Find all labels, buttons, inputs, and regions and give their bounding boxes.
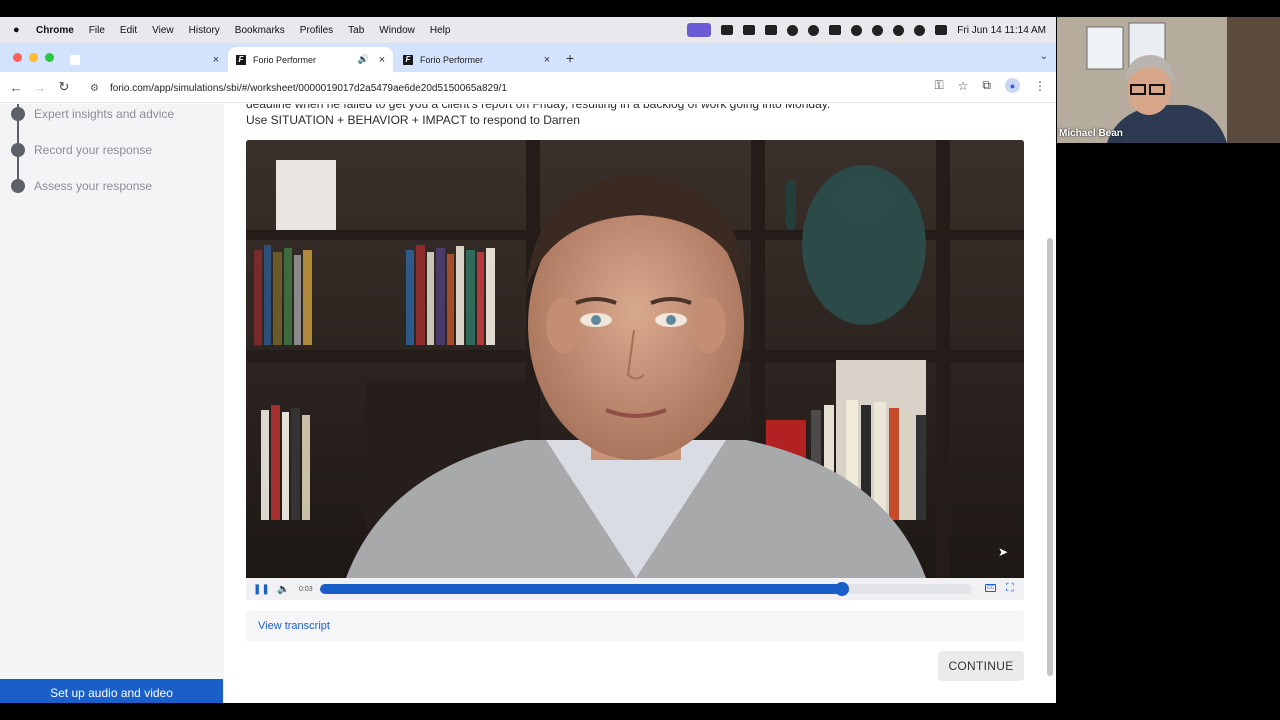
tab-blank[interactable]: ×: [62, 47, 227, 72]
step-dot-icon: [11, 107, 25, 121]
forward-arrow-icon[interactable]: →: [28, 80, 52, 95]
menu-window[interactable]: Window: [379, 25, 415, 36]
browser-toolbar: ← → ↻ ⚙ forio.com/app/simulations/sbi/#/…: [0, 72, 1056, 103]
tab-forio-performer[interactable]: F Forio Performer ×: [395, 47, 558, 72]
user-icon[interactable]: [851, 24, 863, 36]
pause-icon[interactable]: ❚❚: [253, 584, 270, 595]
captions-icon[interactable]: CC: [985, 584, 996, 592]
close-window-button[interactable]: [13, 53, 22, 62]
step-label: Assess your response: [34, 179, 153, 193]
search-icon[interactable]: [914, 24, 926, 36]
step-assess-response[interactable]: Assess your response: [11, 179, 152, 193]
screen-share-icon[interactable]: [687, 23, 712, 37]
video-time: 0:03: [299, 585, 313, 593]
journal-icon[interactable]: [743, 25, 756, 35]
apple-icon[interactable]: ●: [13, 24, 25, 36]
grammarly-icon[interactable]: [808, 24, 820, 36]
back-arrow-icon[interactable]: ←: [4, 80, 28, 95]
volume-icon[interactable]: 🔈: [277, 584, 291, 595]
mouse-cursor-icon: ➤: [998, 545, 1009, 559]
page-scrollbar[interactable]: [1047, 238, 1053, 676]
forio-favicon: F: [236, 54, 246, 65]
menu-tab[interactable]: Tab: [348, 25, 364, 36]
stack-icon[interactable]: [765, 25, 778, 35]
forio-favicon: F: [403, 54, 413, 65]
close-icon[interactable]: ×: [540, 54, 554, 66]
window-controls: [13, 53, 54, 62]
step-label: Expert insights and advice: [34, 107, 175, 121]
menu-profiles[interactable]: Profiles: [300, 25, 333, 36]
profile-avatar-icon[interactable]: ●: [1005, 78, 1020, 93]
progress-sidebar: Expert insights and advice Record your r…: [0, 104, 224, 703]
close-icon[interactable]: ×: [209, 54, 223, 66]
minimize-window-button[interactable]: [29, 53, 38, 62]
webcam-video-image: [1057, 17, 1280, 143]
step-expert-insights[interactable]: Expert insights and advice: [11, 107, 174, 121]
tab-forio-performer-active[interactable]: F Forio Performer 🔊 ×: [228, 47, 393, 72]
site-info-icon[interactable]: ⚙: [90, 83, 100, 94]
toolbar-actions: ⚿ ☆ ⧉ ● ⋮: [935, 78, 1046, 93]
video-scrubber-handle[interactable]: [834, 582, 849, 596]
web-page: Expert insights and advice Record your r…: [0, 104, 1056, 703]
menu-view[interactable]: View: [152, 25, 174, 36]
video-player[interactable]: [246, 140, 1024, 578]
reload-icon[interactable]: ↻: [52, 79, 76, 95]
transcript-panel: View transcript: [246, 611, 1024, 641]
prompt-instruction: Use SITUATION + BEHAVIOR + IMPACT to res…: [246, 113, 580, 127]
video-progress-track[interactable]: [320, 582, 972, 596]
view-transcript-link[interactable]: View transcript: [258, 620, 330, 632]
mac-menu-bar: ● Chrome File Edit View History Bookmark…: [0, 17, 1056, 43]
video-frame-image: [246, 140, 1024, 578]
prompt-line: deadline when he failed to get you a cli…: [246, 104, 831, 111]
menu-bookmarks[interactable]: Bookmarks: [235, 25, 285, 36]
password-key-icon[interactable]: ⚿: [935, 78, 944, 93]
speaker-icon[interactable]: 🔊: [358, 54, 369, 65]
clock[interactable]: Fri Jun 14 11:14 AM: [957, 25, 1046, 36]
url-text[interactable]: forio.com/app/simulations/sbi/#/workshee…: [110, 83, 507, 94]
step-dot-icon: [11, 143, 25, 157]
step-dot-icon: [11, 179, 25, 193]
scenario-prompt: deadline when he failed to get you a cli…: [246, 104, 1006, 128]
menu-edit[interactable]: Edit: [120, 25, 137, 36]
address-bar[interactable]: ⚙ forio.com/app/simulations/sbi/#/worksh…: [82, 77, 904, 99]
tab-search-chevron-icon[interactable]: ⌄: [1040, 51, 1048, 62]
menu-chrome[interactable]: Chrome: [36, 25, 74, 36]
zoom-window-button[interactable]: [45, 53, 54, 62]
participant-name: Michael Bean: [1059, 128, 1123, 139]
webcam-overlay: Michael Bean: [1057, 17, 1280, 143]
control-center-icon[interactable]: [935, 25, 948, 35]
new-tab-icon[interactable]: +: [566, 50, 574, 66]
step-label: Record your response: [34, 143, 153, 157]
extensions-puzzle-icon[interactable]: ⧉: [982, 78, 991, 93]
wifi-icon[interactable]: [893, 24, 905, 36]
app-icon[interactable]: [721, 25, 734, 35]
fullscreen-icon[interactable]: ⛶: [1006, 582, 1014, 595]
menu-help[interactable]: Help: [430, 25, 451, 36]
tab-strip: × F Forio Performer 🔊 × F Forio Performe…: [0, 43, 1056, 72]
video-progress-fill: [320, 584, 842, 594]
video-controls: ❚❚ 🔈 0:03 CC ⛶: [246, 578, 1024, 600]
close-icon[interactable]: ×: [375, 54, 389, 66]
battery-icon[interactable]: [829, 25, 842, 35]
blank-favicon: [70, 54, 80, 65]
cloud-icon[interactable]: [787, 24, 799, 36]
setup-audio-video-button[interactable]: Set up audio and video: [0, 679, 223, 703]
status-icons: Fri Jun 14 11:14 AM: [687, 17, 1046, 43]
bookmark-star-icon[interactable]: ☆: [958, 79, 969, 93]
play-icon[interactable]: [872, 24, 884, 36]
kebab-menu-icon[interactable]: ⋮: [1034, 79, 1046, 93]
step-record-response[interactable]: Record your response: [11, 143, 152, 157]
menu-file[interactable]: File: [89, 25, 105, 36]
tab-title: Forio Performer: [253, 54, 317, 65]
menu-history[interactable]: History: [189, 25, 220, 36]
tab-title: Forio Performer: [420, 54, 484, 65]
continue-button[interactable]: CONTINUE: [938, 651, 1024, 681]
